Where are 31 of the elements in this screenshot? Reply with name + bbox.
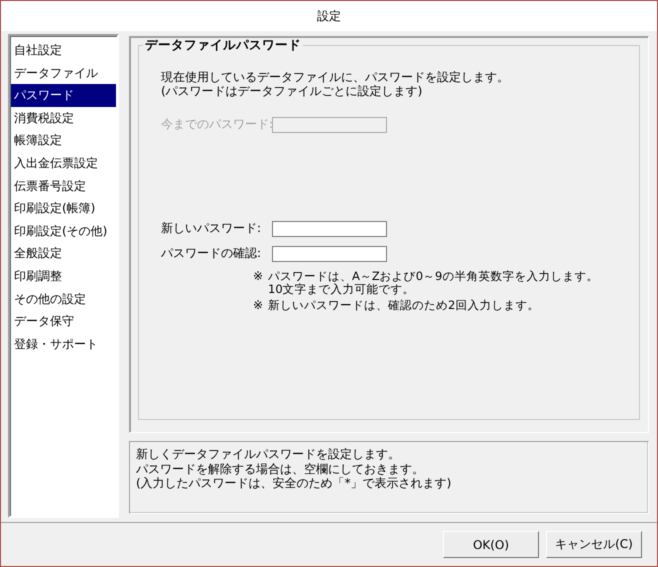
sidebar-item[interactable]: 伝票番号設定 (11, 174, 116, 198)
sidebar-item[interactable]: その他の設定 (11, 288, 116, 310)
field-label: パスワードの確認: (161, 245, 262, 262)
field-label: 新しいパスワード: (161, 220, 262, 237)
hint-text: (入力したパスワードは、安全のため「*」で表示されます) (136, 476, 452, 490)
sidebar-item[interactable]: 印刷調整 (11, 264, 116, 288)
intro-text: 現在使用しているデータファイルに、パスワードを設定します。 (パスワードはデータファイルごとに設定します) (161, 70, 510, 98)
input-field[interactable] (272, 220, 387, 236)
sidebar-item[interactable]: 印刷設定(帳簿) (11, 197, 116, 220)
field-label: 今までのパスワード: (161, 116, 272, 133)
sidebar-item[interactable]: データファイル (11, 62, 116, 84)
group-title: データファイルパスワード (144, 37, 302, 54)
sidebar-item[interactable]: データ保守 (11, 310, 116, 333)
input-field[interactable] (272, 246, 387, 262)
sidebar-item[interactable]: 消費税設定 (11, 106, 116, 130)
sidebar-item[interactable]: 帳簿設定 (11, 129, 116, 152)
sidebar-item[interactable]: パスワード (11, 84, 116, 107)
sidebar-item[interactable]: 自社設定 (11, 39, 116, 62)
note-mark: ※ (253, 270, 264, 285)
window-title: 設定 (317, 8, 341, 24)
sidebar-item[interactable]: 全般設定 (11, 242, 116, 265)
hint-text: 新しくデータファイルパスワードを設定します。 (136, 447, 401, 462)
note-mark: ※ (253, 299, 264, 312)
ok-button[interactable]: OK(O) (443, 531, 539, 558)
sidebar-item[interactable]: 登録・サポート (11, 332, 116, 356)
note-text: パスワードは、A～Zおよび0～9の半角英数字を入力します。 10文字まで入力可能です。 (268, 270, 598, 296)
sidebar-item[interactable]: 入出金伝票設定 (11, 152, 116, 175)
note-text: 新しいパスワードは、確認のため2回入力します。 (268, 299, 540, 312)
cancel-button[interactable]: キャンセル(C) (546, 531, 642, 558)
hint-text: パスワードを解除する場合は、空欄にしておきます。 (136, 462, 425, 476)
sidebar-item[interactable]: 印刷設定(その他) (11, 220, 116, 242)
